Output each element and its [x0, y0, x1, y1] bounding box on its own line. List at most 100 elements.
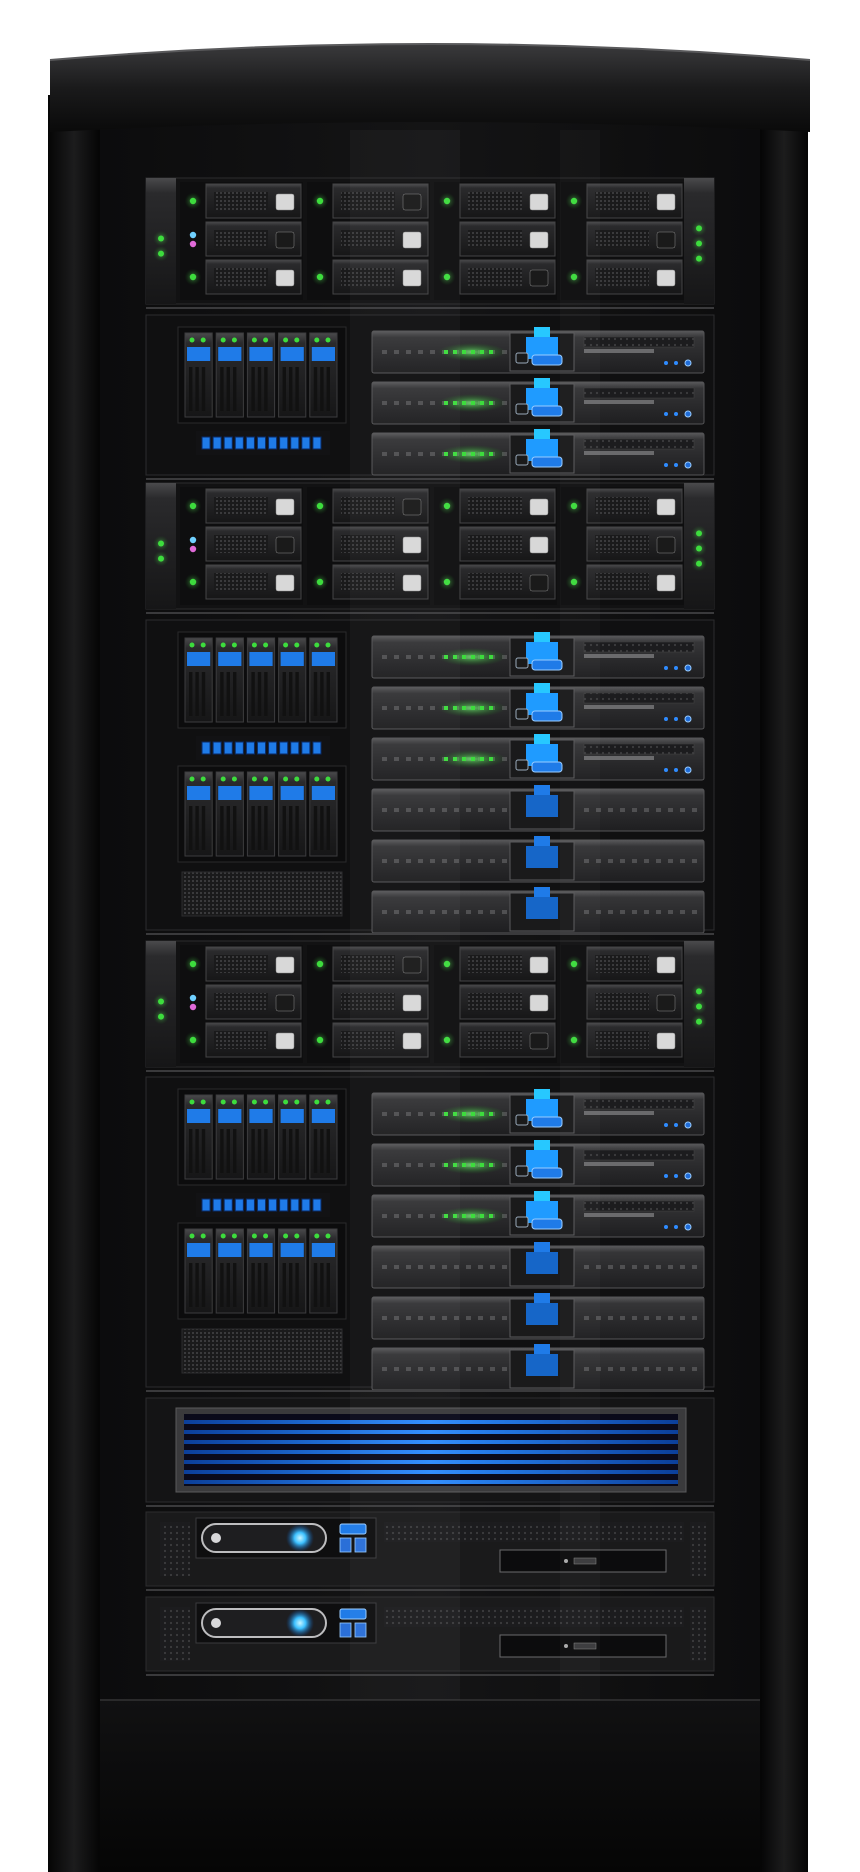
- vent-slot: [466, 1367, 471, 1371]
- drive-vent: [595, 230, 649, 248]
- status-led: [200, 1099, 206, 1105]
- drive-button: [656, 269, 676, 287]
- activity-led: [462, 757, 466, 761]
- status-led: [158, 235, 164, 242]
- power-button: [531, 354, 563, 366]
- blade-release-tab: [534, 887, 550, 897]
- power-indicator-led: [286, 1609, 314, 1637]
- status-led: [684, 766, 692, 774]
- drive-tray: [205, 259, 302, 295]
- network-port: [268, 1198, 278, 1212]
- drive-tray: [205, 564, 302, 600]
- status-led: [231, 337, 237, 343]
- network-port: [256, 1198, 267, 1212]
- drive-vent: [468, 192, 522, 210]
- status-led: [263, 337, 269, 343]
- status-led: [316, 1036, 324, 1044]
- usb-port: [515, 403, 529, 415]
- drive-tray: [205, 984, 302, 1020]
- drive-vent: [468, 268, 522, 286]
- activity-led: [489, 757, 493, 761]
- drive-latch: [280, 652, 304, 666]
- drive-latch: [280, 1243, 304, 1257]
- status-led: [189, 1003, 197, 1011]
- activity-led: [471, 401, 475, 405]
- drive-bay: [278, 771, 307, 857]
- activity-led: [462, 401, 466, 405]
- vent-slot: [478, 1316, 483, 1320]
- network-port: [301, 1198, 311, 1212]
- status-led: [674, 361, 678, 365]
- drive-button: [656, 498, 676, 516]
- vent-slot: [644, 1367, 649, 1371]
- status-led: [189, 545, 197, 553]
- vent-slot: [608, 910, 613, 914]
- drive-latch: [280, 1109, 304, 1123]
- drive-bay: [309, 637, 338, 723]
- drive-latch: [249, 347, 273, 361]
- drive-button: [656, 1032, 676, 1050]
- drive-vent: [595, 268, 649, 286]
- vent-slot: [620, 1316, 625, 1320]
- status-led: [684, 359, 692, 367]
- drive-column: [180, 487, 303, 605]
- vent-grille: [160, 1522, 190, 1576]
- vent-slot: [632, 910, 637, 914]
- status-led: [696, 988, 702, 995]
- status-led: [664, 412, 668, 416]
- activity-led: [471, 1112, 475, 1116]
- vent-slot: [668, 910, 673, 914]
- drive-bay: [309, 771, 338, 857]
- blade-release-tab: [534, 378, 550, 388]
- vent-slot: [632, 1316, 637, 1320]
- network-port: [290, 741, 300, 755]
- activity-led: [480, 452, 484, 456]
- vent-slot: [680, 910, 685, 914]
- vent-slot: [644, 910, 649, 914]
- status-led: [231, 776, 237, 782]
- status-led: [314, 337, 320, 343]
- bay-label-area: [583, 1200, 695, 1212]
- vent-slot: [620, 808, 625, 812]
- blade-release-tab: [534, 1089, 550, 1099]
- drive-vent: [595, 535, 649, 553]
- status-led: [189, 231, 197, 239]
- status-led: [220, 1099, 226, 1105]
- drive-bay: [309, 1228, 338, 1314]
- drive-cage: [177, 765, 347, 863]
- activity-led: [480, 1214, 484, 1218]
- drive-button: [656, 956, 676, 974]
- status-led: [294, 776, 300, 782]
- drive-tray: [459, 564, 556, 600]
- usb-port: [515, 1216, 529, 1228]
- status-led: [189, 994, 197, 1002]
- status-led: [200, 776, 206, 782]
- status-led: [220, 776, 226, 782]
- vent-slot: [466, 910, 471, 914]
- activity-led: [462, 452, 466, 456]
- drive-bay: [184, 1094, 213, 1180]
- status-led: [316, 960, 324, 968]
- blade-handle: [526, 1354, 558, 1376]
- vent-slot: [478, 808, 483, 812]
- drive-button: [529, 574, 549, 592]
- port-strip: [196, 431, 330, 455]
- bay-label-area: [583, 438, 695, 450]
- drive-cage: [177, 631, 347, 729]
- drive-latch: [249, 1109, 273, 1123]
- drive-button: [529, 536, 549, 554]
- status-led: [684, 715, 692, 723]
- status-led: [664, 768, 668, 772]
- status-led: [696, 1003, 702, 1010]
- status-led: [674, 768, 678, 772]
- drive-vent: [595, 955, 649, 973]
- drive-tray: [205, 183, 302, 219]
- drive-vent: [214, 192, 268, 210]
- status-led: [263, 1099, 269, 1105]
- status-led: [664, 666, 668, 670]
- activity-led: [480, 350, 484, 354]
- network-port: [279, 741, 289, 755]
- drive-tray: [586, 221, 683, 257]
- vent-slot: [490, 859, 495, 863]
- status-led: [189, 960, 197, 968]
